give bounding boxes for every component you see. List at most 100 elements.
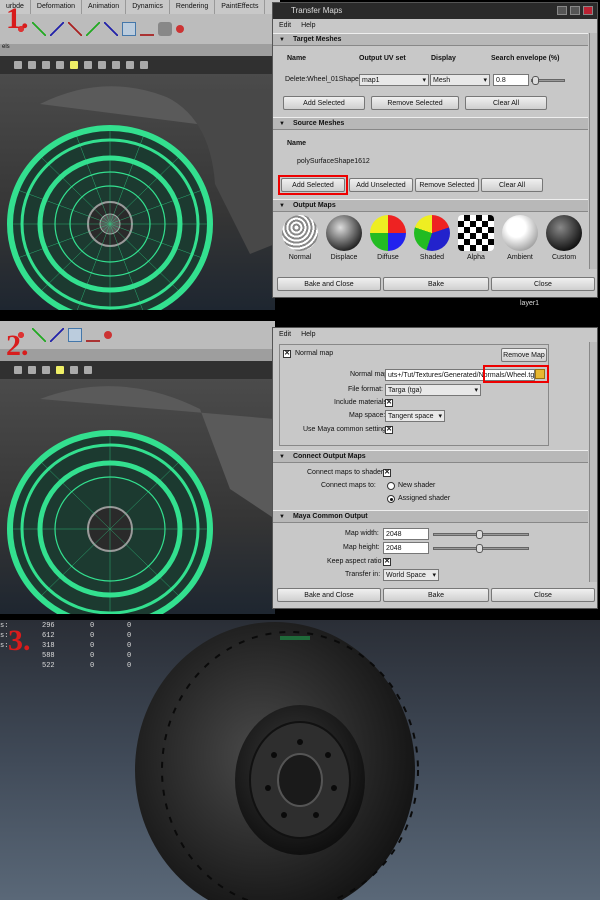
connect-output-maps-header[interactable]: Connect Output Maps — [273, 450, 588, 463]
step2-panel: 2. Edit Help ✕ Normal map Remove Map Nor… — [0, 321, 600, 614]
transfer-maps-dialog: Edit Help ✕ Normal map Remove Map Normal… — [272, 327, 598, 609]
axis-icon[interactable] — [32, 22, 46, 36]
axis-icon[interactable] — [50, 328, 64, 342]
bake-button[interactable]: Bake — [383, 277, 489, 291]
bake-and-close-button[interactable]: Bake and Close — [277, 588, 381, 602]
transfer-in-dropdown[interactable]: World Space — [383, 569, 439, 581]
light-icon[interactable] — [70, 61, 78, 69]
custom-map-swatch[interactable] — [546, 215, 582, 251]
dialog-scrollbar[interactable] — [589, 342, 597, 582]
grid-icon[interactable] — [70, 366, 78, 374]
dialog-titlebar[interactable]: Transfer Maps — [273, 3, 597, 19]
curve-icon[interactable] — [86, 328, 100, 342]
menu-help[interactable]: Help — [301, 331, 315, 342]
diffuse-map-swatch[interactable] — [370, 215, 406, 251]
shaded-map-swatch[interactable] — [414, 215, 450, 251]
axis-icon[interactable] — [68, 22, 82, 36]
alpha-map-swatch[interactable] — [458, 215, 494, 251]
cluster-icon[interactable] — [104, 331, 112, 339]
xray-icon[interactable] — [140, 61, 148, 69]
maximize-icon[interactable] — [570, 6, 580, 15]
viewport[interactable] — [0, 379, 275, 614]
file-format-dropdown[interactable]: Targa (tga) — [385, 384, 481, 396]
map-space-dropdown[interactable]: Tangent space — [385, 410, 445, 422]
maya-common-output-header[interactable]: Maya Common Output — [273, 510, 588, 523]
axis-icon[interactable] — [32, 328, 46, 342]
camera-icon[interactable] — [14, 366, 22, 374]
shelf-tab-dynamics[interactable]: Dynamics — [126, 0, 170, 14]
shelf-tab-deformation[interactable]: Deformation — [31, 0, 83, 14]
shelf-tab-rendering[interactable]: Rendering — [170, 0, 216, 14]
lattice-icon[interactable] — [68, 328, 82, 342]
display-dropdown[interactable]: Mesh — [430, 74, 490, 86]
resolution-icon[interactable] — [112, 61, 120, 69]
step3-panel: 3. s: 296 0 0 s: 612 0 0 s: 318 0 0 588 0 0 522 0 0 — [0, 620, 600, 900]
lattice-icon[interactable] — [122, 22, 136, 36]
new-shader-label: New shader — [398, 482, 436, 489]
close-button[interactable]: Close — [491, 588, 595, 602]
curve-icon[interactable] — [140, 22, 154, 36]
ambient-map-swatch[interactable] — [502, 215, 538, 251]
envelope-slider[interactable] — [531, 76, 565, 85]
axis-icon[interactable] — [86, 22, 100, 36]
maya-common-settings-checkbox[interactable]: ✕ — [385, 426, 393, 434]
texture-icon[interactable] — [56, 61, 64, 69]
light-icon[interactable] — [56, 366, 64, 374]
include-materials-checkbox[interactable]: ✕ — [385, 399, 393, 407]
shelf-tab-painteffects[interactable]: PaintEffects — [215, 0, 266, 14]
source-add-unselected-button[interactable]: Add Unselected — [349, 178, 413, 192]
connect-to-shader-checkbox[interactable]: ✕ — [383, 469, 391, 477]
source-meshes-header[interactable]: Source Meshes — [273, 117, 588, 130]
wireframe-wheel-illustration — [7, 386, 275, 614]
target-clear-all-button[interactable]: Clear All — [465, 96, 547, 110]
camera-icon[interactable] — [14, 61, 22, 69]
bake-and-close-button[interactable]: Bake and Close — [277, 277, 381, 291]
viewport[interactable] — [0, 74, 275, 310]
normal-map-checkbox[interactable]: ✕ — [283, 350, 291, 358]
smooth-icon[interactable] — [42, 61, 50, 69]
menu-edit[interactable]: Edit — [279, 22, 291, 33]
source-clear-all-button[interactable]: Clear All — [481, 178, 543, 192]
keep-aspect-checkbox[interactable]: ✕ — [383, 558, 391, 566]
viewport-toolbar — [0, 56, 275, 74]
uv-set-dropdown[interactable]: map1 — [359, 74, 429, 86]
displace-map-swatch[interactable] — [326, 215, 362, 251]
output-maps-header[interactable]: Output Maps — [273, 199, 588, 212]
target-add-selected-button[interactable]: Add Selected — [283, 96, 365, 110]
transfer-maps-dialog: Transfer Maps Edit Help Target Meshes Na… — [272, 2, 598, 298]
cluster-icon[interactable] — [176, 25, 184, 33]
map-height-field[interactable]: 2048 — [383, 542, 429, 554]
normal-map-swatch[interactable] — [282, 215, 318, 251]
wire-icon[interactable] — [28, 61, 36, 69]
shelf-tab-animation[interactable]: Animation — [82, 0, 127, 14]
axis-icon[interactable] — [50, 22, 64, 36]
wire-icon[interactable] — [28, 366, 36, 374]
axis-icon[interactable] — [104, 22, 118, 36]
assigned-shader-radio[interactable] — [387, 495, 395, 503]
isolate-icon[interactable] — [126, 61, 134, 69]
target-col-name: Name — [287, 55, 307, 62]
minimize-icon[interactable] — [557, 6, 567, 15]
source-remove-selected-button[interactable]: Remove Selected — [415, 178, 479, 192]
map-height-slider[interactable] — [433, 544, 529, 553]
close-icon[interactable] — [583, 6, 593, 15]
close-button[interactable]: Close — [491, 277, 595, 291]
map-width-slider[interactable] — [433, 530, 529, 539]
bake-button[interactable]: Bake — [383, 588, 489, 602]
target-remove-selected-button[interactable]: Remove Selected — [371, 96, 459, 110]
layer-name[interactable]: layer1 — [520, 300, 539, 307]
map-width-field[interactable]: 2048 — [383, 528, 429, 540]
smooth-icon[interactable] — [42, 366, 50, 374]
grid-icon[interactable] — [98, 61, 106, 69]
target-meshes-header[interactable]: Target Meshes — [273, 33, 588, 46]
shadow-icon[interactable] — [84, 61, 92, 69]
menu-help[interactable]: Help — [301, 22, 315, 33]
remove-map-button[interactable]: Remove Map — [501, 348, 547, 362]
envelope-field[interactable]: 0.8 — [493, 74, 529, 86]
output-map-label: Normal — [288, 254, 312, 261]
new-shader-radio[interactable] — [387, 482, 395, 490]
dialog-scrollbar[interactable] — [589, 33, 597, 269]
isolate-icon[interactable] — [84, 366, 92, 374]
deform-icon[interactable] — [158, 22, 172, 36]
menu-edit[interactable]: Edit — [279, 331, 291, 342]
